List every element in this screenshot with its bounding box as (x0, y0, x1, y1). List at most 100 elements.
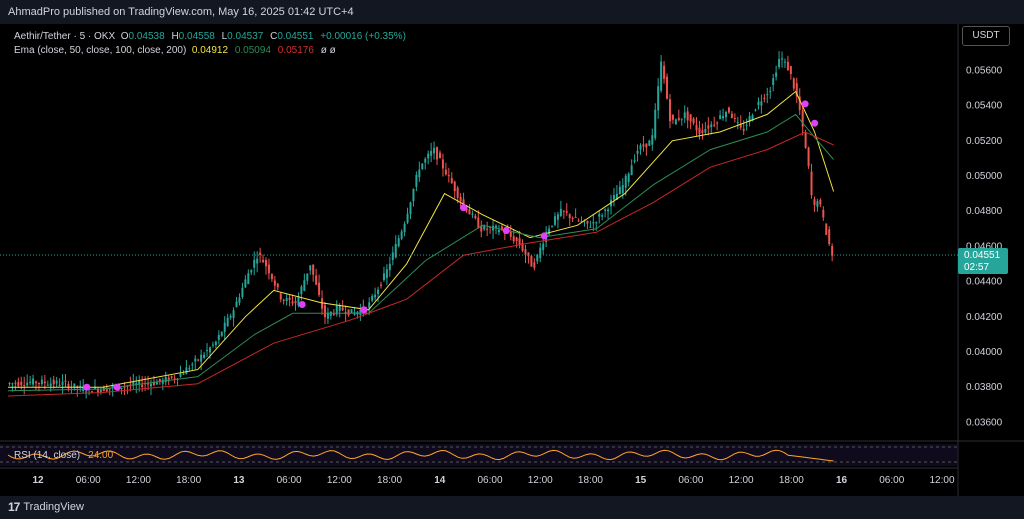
candle-body (553, 216, 556, 225)
y-tick-label: 0.03600 (966, 417, 1003, 428)
candle-body (430, 150, 433, 156)
x-tick-label: 14 (434, 475, 446, 486)
candle-body (32, 378, 35, 385)
candle-body (533, 262, 536, 268)
candle-body (433, 147, 436, 154)
candle-body (341, 307, 344, 311)
candle-body (350, 309, 353, 314)
candle-body (719, 115, 722, 119)
candle-body (822, 209, 825, 218)
candle-body (197, 359, 200, 361)
open-value: 0.04538 (128, 31, 165, 42)
signal-dot (298, 300, 306, 308)
close-value: 0.04551 (277, 31, 314, 42)
candle-body (262, 259, 265, 263)
candle-body (689, 114, 692, 122)
candle-body (589, 226, 592, 228)
candle-body (666, 76, 669, 99)
symbol-label[interactable]: Aethir/Tether · 5 · OKX (14, 31, 115, 42)
x-tick-label: 18:00 (578, 475, 603, 486)
candle-body (332, 313, 335, 315)
high-label: H (171, 31, 179, 42)
candle-body (527, 252, 530, 257)
candle-body (232, 310, 235, 318)
candle-body (23, 385, 26, 387)
candle-body (303, 280, 306, 291)
currency-button[interactable]: USDT (962, 26, 1010, 46)
candle-body (217, 334, 220, 340)
x-tick-label: 12:00 (929, 475, 954, 486)
x-tick-label: 06:00 (76, 475, 101, 486)
ema-label[interactable]: Ema (close, 50, close, 100, close, 200) (14, 45, 186, 56)
candle-body (778, 58, 781, 67)
candle-body (701, 130, 704, 133)
candle-body (810, 171, 813, 196)
candle-body (486, 228, 489, 230)
y-tick-label: 0.04000 (966, 347, 1003, 358)
candle-body (8, 383, 11, 385)
candle-body (468, 209, 471, 215)
candle-body (736, 122, 739, 124)
candle-body (11, 383, 14, 385)
candle-body (657, 86, 660, 111)
candle-body (415, 174, 418, 187)
x-tick-label: 12 (32, 475, 44, 486)
candle-body (424, 158, 427, 163)
x-tick-label: 12:00 (327, 475, 352, 486)
tradingview-logo[interactable]: 17 TradingView (8, 500, 84, 514)
candle-body (91, 391, 94, 393)
candle-body (745, 124, 748, 126)
candle-body (20, 381, 23, 386)
candle-body (604, 209, 607, 211)
candle-body (441, 159, 444, 169)
candle-body (170, 376, 173, 378)
candle-body (786, 62, 789, 71)
candle-body (427, 153, 430, 159)
candle-body (792, 78, 795, 89)
rsi-value: 24.00 (88, 450, 114, 461)
candle-body (542, 243, 545, 250)
candle-body (273, 280, 276, 286)
rsi-label[interactable]: RSI (14, close) (14, 450, 80, 461)
low-value: 0.04537 (227, 31, 264, 42)
footer-bar (0, 496, 1024, 519)
candle-body (46, 384, 49, 386)
candle-body (55, 380, 58, 384)
candle-body (612, 195, 615, 200)
candle-body (804, 131, 807, 148)
candle-body (229, 315, 232, 318)
price-tag-countdown: 02:57 (964, 262, 989, 273)
candle-body (374, 294, 377, 298)
candle-body (509, 232, 512, 237)
candle-body (497, 229, 500, 233)
candle-body (530, 255, 533, 267)
candle-body (64, 380, 67, 382)
candle-body (660, 61, 663, 91)
candle-body (300, 286, 303, 295)
candle-body (270, 274, 273, 280)
x-tick-label: 18:00 (779, 475, 804, 486)
candle-body (471, 213, 474, 215)
candle-body (831, 245, 834, 256)
candle-body (586, 220, 589, 224)
candle-body (35, 381, 38, 384)
candle-body (385, 269, 388, 278)
candle-body (727, 107, 730, 113)
candle-body (329, 311, 332, 316)
candle-body (551, 225, 554, 227)
candle-body (306, 273, 309, 281)
chart-legend: Aethir/Tether · 5 · OKX O0.04538 H0.0455… (14, 30, 410, 58)
candle-body (769, 91, 772, 93)
candle-body (477, 217, 480, 228)
ema-line-3 (7, 131, 834, 397)
x-tick-label: 18:00 (377, 475, 402, 486)
candle-body (214, 341, 217, 346)
price-chart[interactable]: 0.056000.054000.052000.050000.048000.046… (0, 0, 1024, 496)
candle-body (200, 354, 203, 362)
candle-body (456, 187, 459, 198)
candle-body (194, 358, 197, 362)
candle-body (253, 259, 256, 268)
candle-body (819, 199, 822, 205)
candle-body (592, 222, 595, 224)
candle-body (220, 332, 223, 336)
